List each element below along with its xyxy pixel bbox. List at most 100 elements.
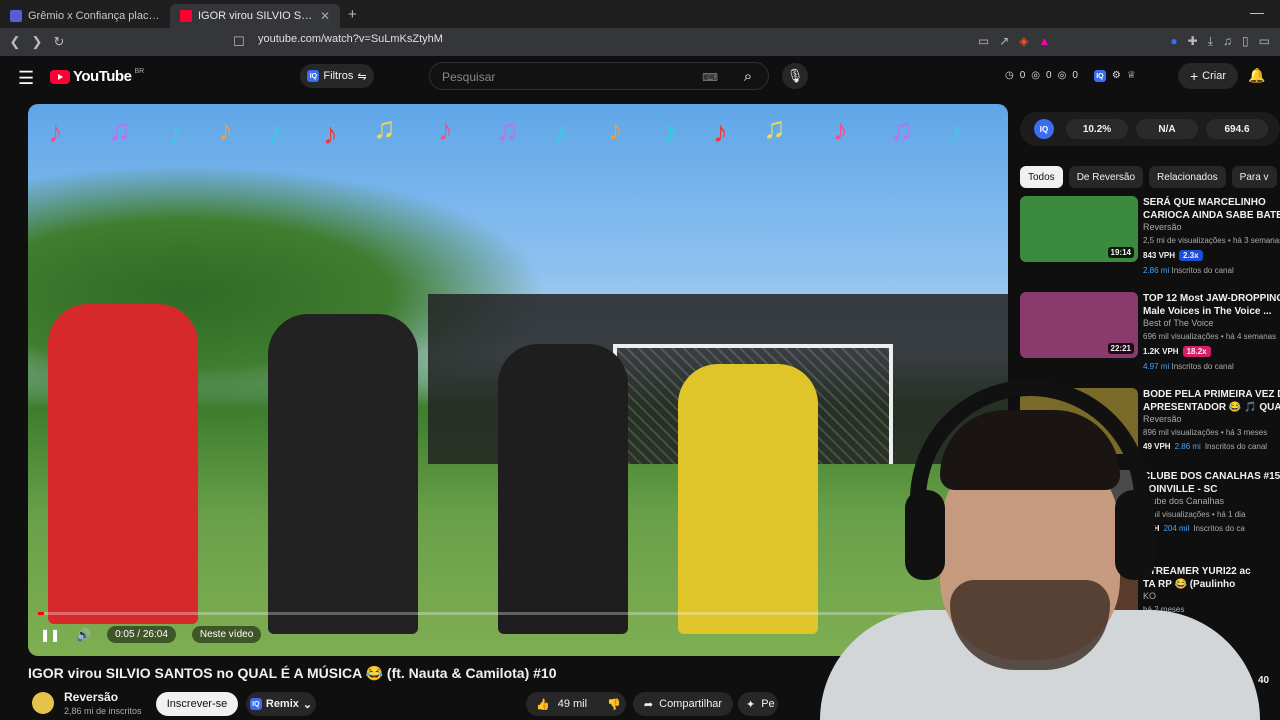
chip-relacionados[interactable]: Relacionados: [1149, 166, 1226, 188]
reload-icon[interactable]: ↻: [48, 34, 70, 50]
back-icon[interactable]: ❮: [4, 34, 26, 50]
music-note-icon: ♪: [48, 116, 63, 149]
headset-earcup-left: [905, 490, 945, 580]
close-tab-icon[interactable]: ✕: [320, 9, 330, 23]
remix-button[interactable]: IQ Remix ⌄: [246, 692, 316, 716]
music-note-icon: ♪: [663, 116, 678, 149]
eye-icon: ◎: [1057, 70, 1067, 81]
share-arrow-icon: ➦: [643, 698, 654, 711]
youtube-header: ☰ YouTube BR IQ Filtros ⇋ Pesquisar ⌨ ⌕ …: [0, 56, 1280, 100]
volume-icon[interactable]: 🔊: [76, 628, 91, 642]
browser-tab[interactable]: Grêmio x Confiança placar ao vivo, H: [0, 4, 170, 28]
rec-title-line-1: SERÁ QUE MARCELINHO: [1143, 197, 1266, 208]
rec-meta: 696 mil visualizações • há 4 semanas: [1143, 332, 1277, 341]
microphone-icon[interactable]: 🎙: [782, 63, 808, 89]
video-thumbnail[interactable]: 22:21: [1020, 292, 1138, 358]
music-note-icon: ♪: [168, 118, 183, 151]
new-tab-icon[interactable]: +: [348, 6, 357, 23]
music-note-icon: ♪: [323, 118, 338, 151]
chip-para-voce[interactable]: Para v: [1231, 166, 1277, 188]
iq-stats-bar: IQ 10.2% N/A 694.6: [1020, 112, 1280, 146]
music-note-icon: ♫: [763, 112, 786, 145]
filtros-label: Filtros: [323, 70, 354, 82]
youtube-logo[interactable]: YouTube BR: [50, 68, 144, 85]
music-note-icon: ♪: [833, 114, 848, 147]
channel-name[interactable]: Reversão: [64, 690, 118, 704]
forward-icon[interactable]: ❯: [26, 34, 48, 50]
puzzle-icon[interactable]: ✚: [1188, 34, 1198, 49]
share-button[interactable]: ➦ Compartilhar: [633, 692, 733, 716]
rec-channel[interactable]: Reversão: [1143, 222, 1182, 232]
stat-3: 0: [1072, 70, 1078, 81]
screen-icon[interactable]: ▭: [978, 34, 989, 49]
create-button[interactable]: + Criar: [1178, 63, 1238, 89]
menu-icon[interactable]: ☰: [18, 68, 34, 89]
clock-icon: ◷: [1005, 70, 1014, 81]
browser-tabbar: Grêmio x Confiança placar ao vivo, H IGO…: [0, 0, 1280, 28]
chip-de-reversao[interactable]: De Reversão: [1068, 166, 1144, 188]
like-button[interactable]: 👍 49 mil 👎: [526, 692, 626, 716]
music-note-icon: ♫: [890, 114, 913, 147]
progress-fill: [38, 612, 44, 615]
rec-channel[interactable]: Best of The Voice: [1143, 318, 1213, 328]
url-field[interactable]: youtube.com/watch?v=SuLmKsZtyhM: [258, 33, 443, 45]
sparkle-icon: ✦: [746, 698, 756, 711]
extension-iq-icon[interactable]: ●: [1170, 34, 1177, 49]
chapter-button[interactable]: Neste vídeo: [191, 626, 262, 643]
music-note-icon: ♪: [268, 116, 283, 149]
minimize-icon[interactable]: —: [1250, 4, 1264, 20]
tab-title: IGOR virou SILVIO SANTOS no: [198, 10, 314, 22]
iq-icon[interactable]: IQ: [1093, 70, 1106, 82]
rec-title[interactable]: TOP 12 Most JAW-DROPPING Male Voices in T…: [1143, 292, 1280, 318]
multiplier-badge: 18.2x: [1182, 346, 1211, 357]
bookmark-icon[interactable]: ☐: [228, 34, 250, 50]
youtube-play-icon: [50, 69, 70, 84]
rec-subs-text: Inscritos do canal: [1171, 362, 1234, 371]
keyboard-icon[interactable]: ⌨: [702, 71, 718, 84]
brave-shield-icon[interactable]: ◈: [1019, 34, 1028, 49]
multiplier-badge: 2.3x: [1179, 250, 1203, 261]
chevron-down-icon: ⌄: [302, 698, 313, 711]
search-icon[interactable]: ⌕: [728, 63, 768, 89]
music-note-icon: ♪: [608, 114, 623, 147]
more-button[interactable]: ✦ Pe: [738, 692, 778, 716]
download-icon[interactable]: ⤓: [1208, 34, 1213, 49]
filtros-button[interactable]: IQ Filtros ⇋: [300, 64, 374, 88]
player-controls: ❚❚ 🔊 0:05 / 26:04 Neste vídeo: [40, 626, 262, 643]
settings-icon[interactable]: ⚙: [1112, 70, 1121, 82]
stat-1: 0: [1019, 70, 1026, 81]
rec-badges: 843 VPH 2.3x: [1143, 250, 1203, 261]
recommendation-item[interactable]: 19:14 SERÁ QUE MARCELINHO CARIOCA AINDA S…: [1020, 196, 1280, 286]
sidebar-icon[interactable]: ▯: [1242, 34, 1249, 49]
thumbs-down-icon[interactable]: 👎: [607, 698, 621, 711]
music-note-icon: ♫: [373, 112, 396, 145]
rewards-icon[interactable]: ▲: [1039, 34, 1051, 49]
video-thumbnail[interactable]: 19:14: [1020, 196, 1138, 262]
wallet-icon[interactable]: ▭: [1259, 34, 1270, 49]
youtube-favicon-icon: [180, 10, 192, 22]
rec-subs-count: 4.97 mi: [1143, 362, 1170, 371]
rec-subs-text: Inscritos do canal: [1171, 266, 1234, 275]
extension-icons: ▭ ↗ ◈ ▲ ● ✚ ⤓ ♫ ▯ ▭: [978, 34, 1270, 49]
rec-subs: 4.97 mi Inscritos do canal: [1143, 362, 1234, 371]
search-input[interactable]: Pesquisar: [442, 70, 495, 84]
rec-title[interactable]: SERÁ QUE MARCELINHO CARIOCA AINDA SABE BA…: [1143, 196, 1280, 222]
rec-subs: 2.86 mi Inscritos do canal: [1143, 266, 1234, 275]
subscribe-button[interactable]: Inscrever-se: [156, 692, 238, 716]
video-title: IGOR virou SILVIO SANTOS no QUAL É A MÚS…: [28, 665, 557, 681]
person-black-jacket: [498, 344, 628, 634]
notifications-bell-icon[interactable]: 🔔: [1248, 67, 1265, 84]
search-box[interactable]: Pesquisar ⌨ ⌕: [429, 62, 769, 90]
chip-todos[interactable]: Todos: [1020, 166, 1063, 188]
browser-tab-active[interactable]: IGOR virou SILVIO SANTOS no ✕: [170, 4, 340, 28]
recommendation-item[interactable]: 22:21 TOP 12 Most JAW-DROPPING Male Voice…: [1020, 292, 1280, 382]
music-icon[interactable]: ♫: [1223, 34, 1232, 49]
music-note-icon: ♪: [438, 114, 453, 147]
rec-title-line-2: Male Voices in The Voice ...: [1143, 306, 1272, 317]
share-icon[interactable]: ↗: [999, 34, 1009, 49]
pause-icon[interactable]: ❚❚: [40, 628, 60, 642]
trophy-icon[interactable]: ♕: [1127, 70, 1136, 82]
channel-avatar[interactable]: [32, 692, 54, 714]
iq-stat-2: N/A: [1136, 119, 1198, 139]
channel-subs: 2,86 mi de inscritos: [64, 706, 142, 716]
